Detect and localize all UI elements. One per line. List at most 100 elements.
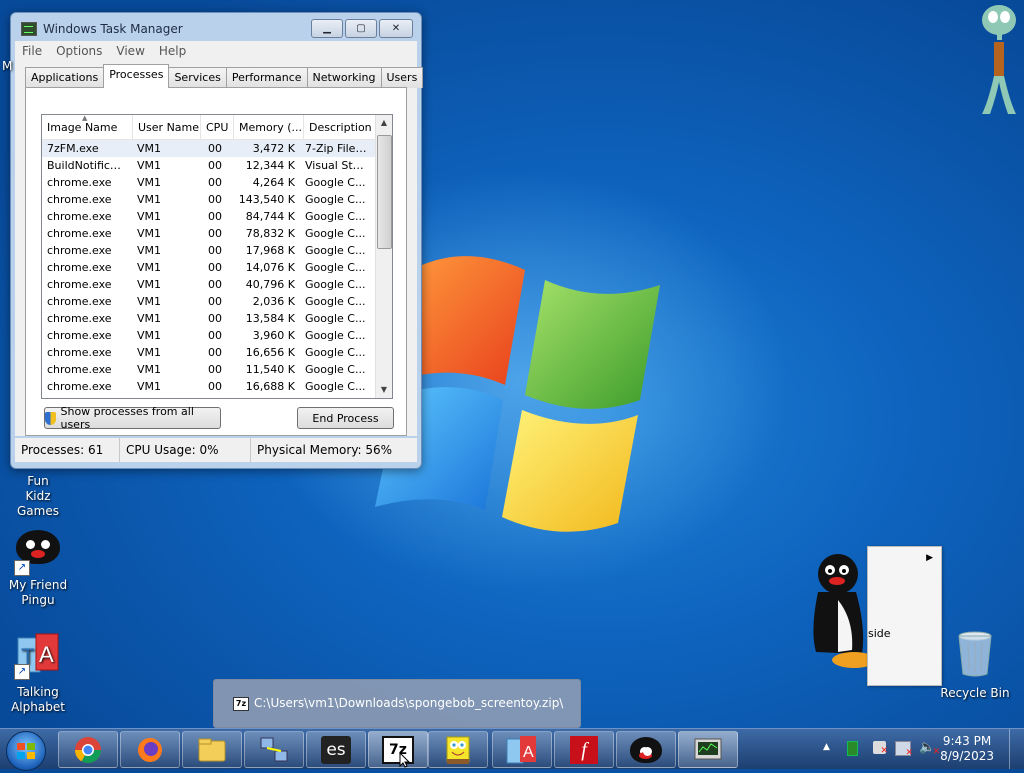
column-user-name[interactable]: User Name bbox=[133, 115, 201, 139]
taskbar-network-app[interactable] bbox=[244, 731, 304, 768]
tab-strip: Applications Processes Services Performa… bbox=[25, 64, 424, 88]
cell-cpu: 00 bbox=[208, 329, 222, 342]
cell-image-name: chrome.exe bbox=[47, 227, 112, 240]
tab-applications[interactable]: Applications bbox=[25, 67, 105, 88]
taskbar-es-app[interactable]: es bbox=[306, 731, 366, 768]
recycle-bin-icon bbox=[958, 631, 992, 677]
cell-image-name: chrome.exe bbox=[47, 312, 112, 325]
scroll-up-icon[interactable]: ▲ bbox=[376, 115, 392, 131]
cell-memory: 4,264 K bbox=[252, 176, 295, 189]
context-menu[interactable]: ▶ side bbox=[867, 546, 942, 686]
taskbar-talking-alphabet[interactable]: A bbox=[492, 731, 552, 768]
taskbar-spongebob[interactable] bbox=[428, 731, 488, 768]
icon-label: My Friend Pingu bbox=[8, 578, 68, 607]
show-desktop-button[interactable] bbox=[1009, 729, 1024, 769]
tab-services[interactable]: Services bbox=[168, 67, 227, 88]
cell-cpu: 00 bbox=[208, 346, 222, 359]
start-button[interactable] bbox=[6, 731, 46, 771]
clock[interactable]: 9:43 PM 8/9/2023 bbox=[940, 734, 994, 764]
process-rows: 7zFM.exe VM1 00 3,472 K 7-Zip File ... BuildN… bbox=[42, 140, 376, 395]
explorer-icon bbox=[198, 738, 226, 761]
scroll-thumb[interactable] bbox=[377, 135, 392, 249]
taskbar-thumbnail-preview[interactable]: 7z C:\Users\vm1\Downloads\spongebob_scre… bbox=[213, 679, 581, 728]
tab-processes[interactable]: Processes bbox=[103, 64, 170, 88]
column-memory[interactable]: Memory (... bbox=[234, 115, 304, 139]
taskbar-chrome[interactable] bbox=[58, 731, 118, 768]
table-row[interactable]: chrome.exe VM1 00 3,960 K Google C... bbox=[42, 327, 376, 344]
tray-app-icon[interactable] bbox=[847, 741, 858, 756]
cell-description: Google C... bbox=[305, 193, 366, 206]
menu-help[interactable]: Help bbox=[152, 44, 193, 58]
desktop-icon-talking-alphabet[interactable]: T A ↗ Talking Alphabet bbox=[0, 632, 76, 715]
menu-view[interactable]: View bbox=[109, 44, 151, 58]
uac-shield-icon bbox=[45, 411, 57, 425]
table-row[interactable]: chrome.exe VM1 00 2,036 K Google C... bbox=[42, 293, 376, 310]
desktop-icon-my-friend-pingu[interactable]: ↗ My Friend Pingu bbox=[0, 530, 76, 608]
caption-buttons: ▁ ▢ ✕ bbox=[311, 19, 413, 38]
show-hidden-icons-icon[interactable]: ▲ bbox=[823, 742, 830, 752]
tab-performance[interactable]: Performance bbox=[225, 67, 308, 88]
table-row[interactable]: chrome.exe VM1 00 17,968 K Google C... bbox=[42, 242, 376, 259]
column-image-name[interactable]: Image Name ▲ bbox=[42, 115, 133, 139]
cell-cpu: 00 bbox=[208, 295, 222, 308]
taskbar-7zip[interactable]: 7z bbox=[368, 731, 428, 768]
vertical-scrollbar[interactable]: ▲ ▼ bbox=[375, 115, 392, 398]
table-row[interactable]: chrome.exe VM1 00 84,744 K Google C... bbox=[42, 208, 376, 225]
status-processes: Processes: 61 bbox=[15, 438, 120, 462]
task-manager-window[interactable]: Windows Task Manager ▁ ▢ ✕ File Options … bbox=[10, 12, 424, 469]
shortcut-arrow-icon: ↗ bbox=[14, 560, 30, 576]
taskbar-flash[interactable]: f bbox=[554, 731, 614, 768]
desktop-icon-recycle-bin[interactable]: Recycle Bin bbox=[938, 630, 1012, 700]
cell-memory: 3,472 K bbox=[252, 142, 295, 155]
tab-users[interactable]: Users bbox=[380, 67, 424, 88]
table-row[interactable]: chrome.exe VM1 00 4,264 K Google C... bbox=[42, 174, 376, 191]
network-tray-icon[interactable]: ✕ bbox=[895, 741, 913, 758]
cell-user-name: VM1 bbox=[137, 210, 162, 223]
cell-description: Google C... bbox=[305, 278, 366, 291]
squidward-icon[interactable] bbox=[978, 2, 1020, 120]
taskbar-firefox[interactable] bbox=[120, 731, 180, 768]
minimize-button[interactable]: ▁ bbox=[311, 19, 343, 38]
column-cpu[interactable]: CPU bbox=[201, 115, 234, 139]
taskbar-pingu[interactable] bbox=[616, 731, 676, 768]
action-center-icon[interactable]: ✕ bbox=[873, 741, 888, 756]
desktop-icon-fun-kidz-games[interactable]: Fun Kidz Games bbox=[0, 474, 76, 519]
cell-user-name: VM1 bbox=[137, 142, 162, 155]
cell-memory: 12,344 K bbox=[245, 159, 295, 172]
table-row[interactable]: chrome.exe VM1 00 40,796 K Google C... bbox=[42, 276, 376, 293]
cell-image-name: chrome.exe bbox=[47, 380, 112, 393]
end-process-button[interactable]: End Process bbox=[297, 407, 394, 429]
table-row[interactable]: chrome.exe VM1 00 16,656 K Google C... bbox=[42, 344, 376, 361]
thumbnail-title: C:\Users\vm1\Downloads\spongebob_screent… bbox=[254, 696, 564, 710]
process-list[interactable]: Image Name ▲ User Name CPU Memory (... De… bbox=[41, 114, 393, 399]
cell-description: Google C... bbox=[305, 176, 366, 189]
window-title: Windows Task Manager bbox=[43, 22, 183, 36]
show-all-processes-button[interactable]: Show processes from all users bbox=[44, 405, 221, 431]
volume-icon[interactable]: 🔈 ✕ bbox=[919, 740, 940, 757]
table-row[interactable]: BuildNotificati... VM1 00 12,344 K Visual St… bbox=[42, 157, 376, 174]
table-row[interactable]: chrome.exe VM1 00 16,688 K Google C... bbox=[42, 378, 376, 395]
tab-networking[interactable]: Networking bbox=[306, 67, 382, 88]
network-icon bbox=[260, 737, 288, 761]
menu-file[interactable]: File bbox=[15, 44, 49, 58]
maximize-button[interactable]: ▢ bbox=[345, 19, 377, 38]
title-bar[interactable]: Windows Task Manager bbox=[21, 20, 183, 38]
taskbar-explorer[interactable] bbox=[182, 731, 242, 768]
table-row[interactable]: 7zFM.exe VM1 00 3,472 K 7-Zip File ... bbox=[42, 140, 376, 157]
cell-cpu: 00 bbox=[208, 244, 222, 257]
table-row[interactable]: chrome.exe VM1 00 11,540 K Google C... bbox=[42, 361, 376, 378]
menu-item-side[interactable]: side bbox=[868, 627, 891, 640]
table-row[interactable]: chrome.exe VM1 00 14,076 K Google C... bbox=[42, 259, 376, 276]
cell-cpu: 00 bbox=[208, 142, 222, 155]
cell-cpu: 00 bbox=[208, 363, 222, 376]
table-row[interactable]: chrome.exe VM1 00 78,832 K Google C... bbox=[42, 225, 376, 242]
menu-options[interactable]: Options bbox=[49, 44, 109, 58]
taskbar-task-manager[interactable] bbox=[678, 731, 738, 768]
table-row[interactable]: chrome.exe VM1 00 143,540 K Google C... bbox=[42, 191, 376, 208]
cell-description: Google C... bbox=[305, 244, 366, 257]
column-description[interactable]: Description bbox=[304, 115, 376, 139]
cell-image-name: chrome.exe bbox=[47, 363, 112, 376]
scroll-down-icon[interactable]: ▼ bbox=[376, 382, 392, 398]
table-row[interactable]: chrome.exe VM1 00 13,584 K Google C... bbox=[42, 310, 376, 327]
close-button[interactable]: ✕ bbox=[379, 19, 413, 38]
